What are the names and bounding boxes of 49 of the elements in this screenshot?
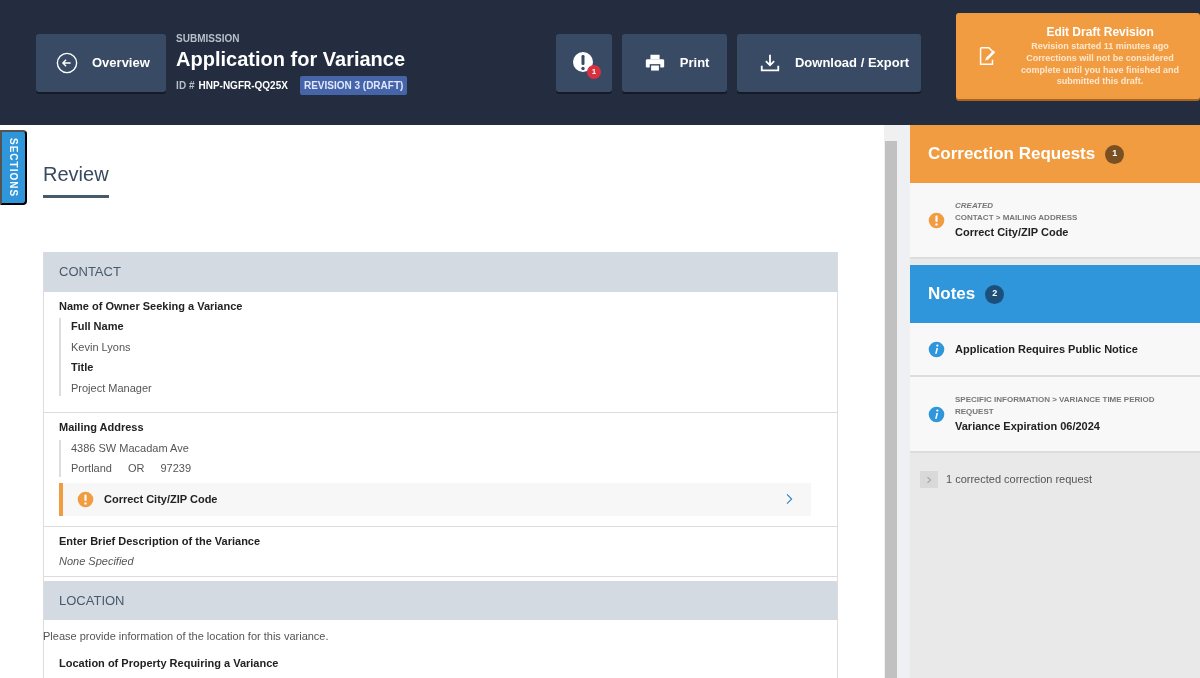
breadcrumb-path: SPECIFIC INFORMATION > VARIANCE TIME PERIOD REQUEST	[955, 393, 1156, 418]
note-item[interactable]: SPECIFIC INFORMATION > VARIANCE TIME PERIOD REQUEST Variance Expiration 06/2024	[910, 377, 1200, 453]
item-title: Correct City/ZIP Code	[955, 224, 1070, 240]
field-value: 97239	[160, 461, 192, 476]
field-value: None Specified	[59, 554, 135, 569]
warning-icon	[928, 211, 945, 229]
page-heading: Application for Variance	[176, 47, 407, 70]
corrections-header: Correction Requests 1	[910, 125, 1200, 183]
submission-label: SUBMISSION	[176, 31, 241, 46]
section-header: CONTACT	[44, 252, 837, 292]
field-label: Full Name	[71, 319, 125, 334]
info-icon	[928, 405, 945, 423]
count-badge: 1	[1105, 144, 1125, 164]
note-item[interactable]: Application Requires Public Notice	[910, 323, 1200, 377]
overview-button[interactable]: Overview	[36, 33, 167, 92]
back-icon	[56, 51, 78, 74]
field-value: OR	[128, 461, 145, 476]
field-label: Location of Property Requiring a Variance	[59, 655, 280, 671]
correction-request-item[interactable]: CREATED CONTACT > MAILING ADDRESS Correct City/ZIP Code	[910, 183, 1200, 259]
id-value: HNP-NGFR-QQ25X	[198, 78, 288, 93]
section-header: LOCATION	[44, 580, 837, 620]
revision-badge: REVISION 3 (DRAFT)	[299, 75, 408, 95]
breadcrumb-path: CONTACT > MAILING ADDRESS	[955, 211, 1078, 224]
scrollbar-thumb[interactable]	[885, 141, 897, 678]
section-description: Please provide information of the location for this variance.	[43, 629, 330, 644]
field-value: Portland	[71, 461, 112, 476]
info-icon	[928, 340, 945, 358]
download-button[interactable]: Download / Export	[736, 33, 922, 92]
section-title: Review	[43, 159, 109, 198]
notes-header: Notes 2	[910, 265, 1200, 323]
item-title: Variance Expiration 06/2024	[955, 418, 1101, 434]
id-label: ID #	[176, 78, 195, 93]
count-badge: 2	[985, 284, 1005, 304]
field-label: Name of Owner Seeking a Variance	[59, 298, 244, 314]
field-label: Enter Brief Description of the Variance	[59, 533, 262, 549]
field-label: Mailing Address	[59, 420, 145, 435]
corrected-requests-link[interactable]: 1 corrected correction request	[946, 471, 1093, 488]
alert-icon	[571, 50, 596, 75]
expand-toggle[interactable]	[920, 471, 938, 488]
field-value: Project Manager	[71, 380, 153, 396]
field-value: 4386 SW Macadam Ave	[71, 440, 190, 456]
correction-request-item[interactable]: Correct City/ZIP Code	[59, 482, 811, 516]
warning-icon	[77, 490, 94, 508]
field-value: Kevin Lyons	[71, 339, 132, 355]
print-button[interactable]: Print	[621, 33, 727, 92]
field-label: Title	[71, 360, 95, 375]
status-label: CREATED	[955, 199, 995, 212]
item-title: Application Requires Public Notice	[955, 341, 1138, 357]
alerts-button[interactable]: 1	[555, 33, 612, 92]
